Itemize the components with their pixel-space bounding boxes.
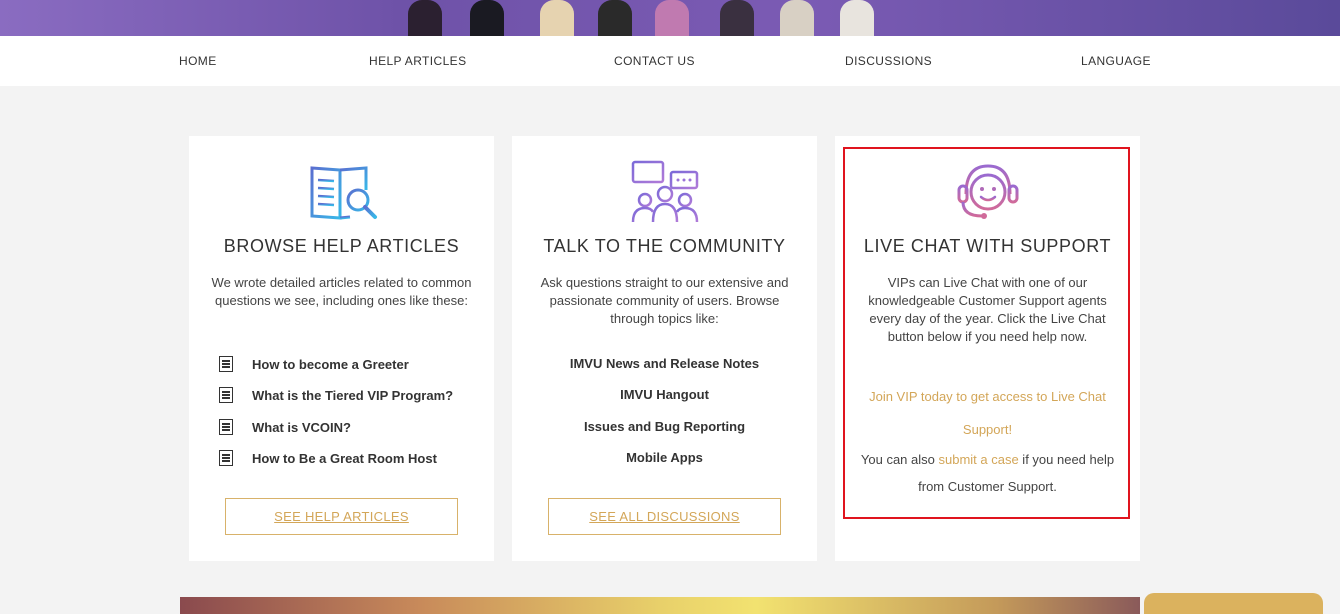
avatar-figure — [655, 0, 689, 36]
card-description: Ask questions straight to our extensive … — [540, 275, 789, 326]
avatar-figure — [540, 0, 574, 36]
nav-help-articles[interactable]: HELP ARTICLES — [369, 54, 466, 68]
community-topic-link[interactable]: IMVU News and Release Notes — [512, 356, 817, 371]
nav-discussions[interactable]: DISCUSSIONS — [845, 54, 932, 68]
link-label: What is the Tiered VIP Program? — [252, 387, 454, 403]
document-icon — [219, 356, 233, 372]
card-title: TALK TO THE COMMUNITY — [543, 236, 786, 256]
avatar-figure — [598, 0, 632, 36]
community-topic-link[interactable]: Issues and Bug Reporting — [512, 419, 817, 434]
nav-language[interactable]: LANGUAGE — [1081, 54, 1151, 68]
promo-banner — [180, 597, 1140, 614]
link-label: How to Be a Great Room Host — [252, 450, 437, 466]
see-all-discussions-button[interactable]: SEE ALL DISCUSSIONS — [548, 498, 781, 535]
community-card: TALK TO THE COMMUNITY Ask questions stra… — [512, 136, 817, 561]
hero-banner-strip — [0, 0, 1340, 36]
help-widget-button[interactable] — [1144, 593, 1323, 614]
community-chat-icon — [631, 160, 698, 223]
avatar-figure — [408, 0, 442, 36]
community-topic-link[interactable]: Mobile Apps — [512, 450, 817, 465]
community-topic-link[interactable]: IMVU Hangout — [512, 387, 817, 402]
help-article-link[interactable]: How to become a Greeter — [219, 354, 409, 374]
document-icon — [219, 419, 233, 435]
link-label: What is VCOIN? — [252, 419, 351, 435]
nav-contact-us[interactable]: CONTACT US — [614, 54, 695, 68]
avatar-figure — [780, 0, 814, 36]
help-article-link[interactable]: What is the Tiered VIP Program? — [219, 385, 453, 405]
help-article-link[interactable]: How to Be a Great Room Host — [219, 448, 437, 468]
link-label: How to become a Greeter — [252, 356, 409, 372]
help-articles-card: BROWSE HELP ARTICLES We wrote detailed a… — [189, 136, 494, 561]
card-title: BROWSE HELP ARTICLES — [223, 236, 460, 256]
help-article-link[interactable]: What is VCOIN? — [219, 417, 351, 437]
avatar-figure — [470, 0, 504, 36]
nav-home[interactable]: HOME — [179, 54, 217, 68]
document-icon — [219, 450, 233, 466]
card-description: We wrote detailed articles related to co… — [211, 275, 472, 308]
book-search-icon — [310, 166, 377, 220]
avatar-figure — [720, 0, 754, 36]
see-help-articles-button[interactable]: SEE HELP ARTICLES — [225, 498, 458, 535]
top-nav: HOME HELP ARTICLES CONTACT US DISCUSSION… — [0, 36, 1340, 86]
document-icon — [219, 387, 233, 403]
highlight-outline — [843, 147, 1130, 519]
avatar-figure — [840, 0, 874, 36]
